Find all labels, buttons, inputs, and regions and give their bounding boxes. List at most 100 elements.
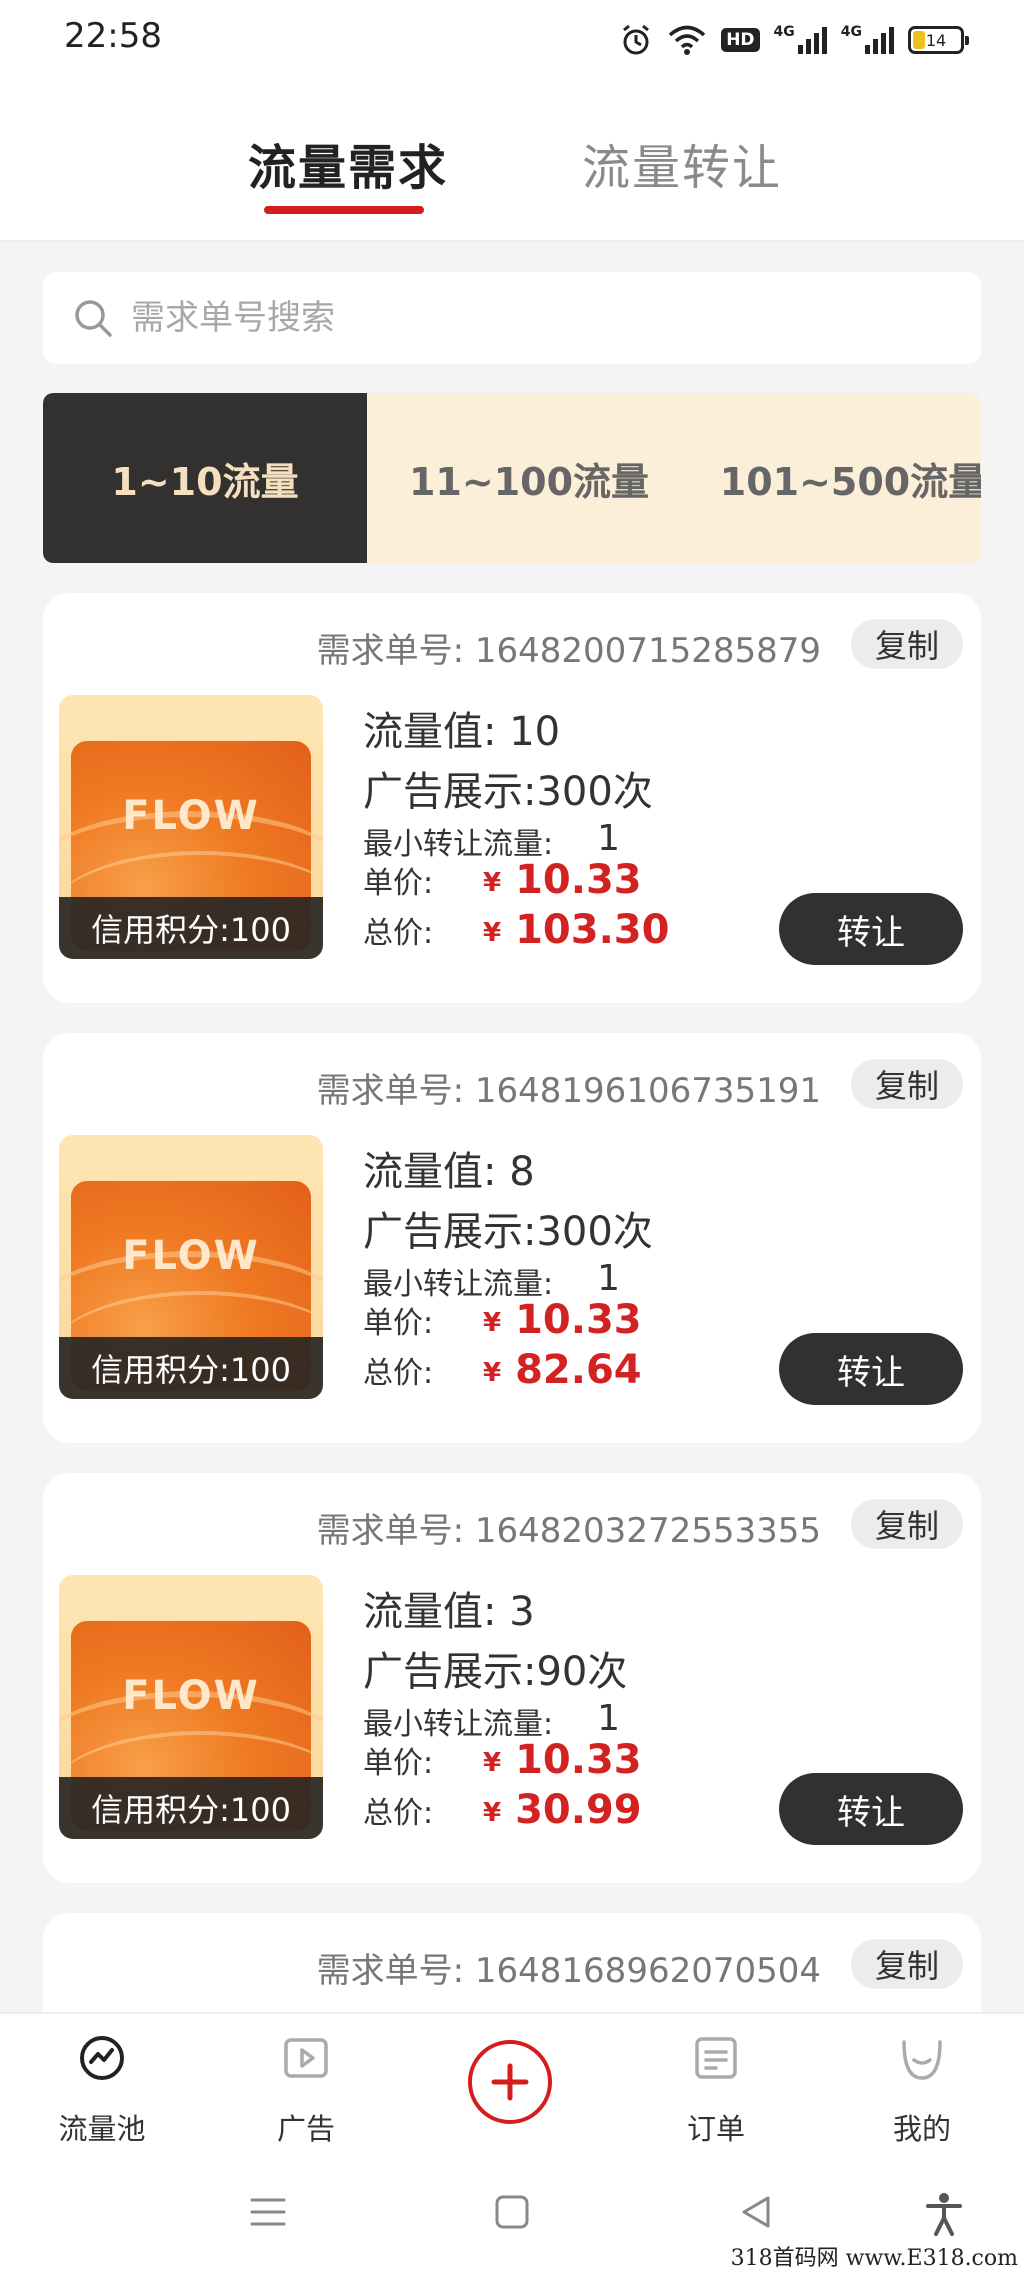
- unit-price-line: 单价: ¥10.33: [363, 1297, 642, 1343]
- unit-price-label: 单价:: [363, 1306, 434, 1341]
- ad-display-label: 广告展示:: [363, 769, 537, 815]
- search-box[interactable]: [43, 272, 981, 364]
- currency-symbol: ¥: [483, 1308, 502, 1338]
- flow-value-label: 流量值:: [363, 1149, 497, 1195]
- copy-button[interactable]: 复制: [851, 1059, 963, 1109]
- status-time: 22:58: [64, 16, 162, 56]
- currency-symbol: ¥: [483, 1358, 502, 1388]
- credit-score: 信用积分:100: [59, 1777, 323, 1839]
- nav-item-profile[interactable]: 我的: [842, 2014, 1002, 2164]
- demand-card: 需求单号: 1648196106735191 复制 FLOW 信用积分:100 …: [43, 1033, 981, 1443]
- min-transfer-value: 1: [597, 1258, 621, 1299]
- demand-card: 需求单号: 1648203272553355 复制 FLOW 信用积分:100 …: [43, 1473, 981, 1883]
- alarm-icon: [619, 23, 653, 57]
- order-number: 需求单号: 1648168962070504: [317, 1943, 821, 1992]
- flow-value: 10: [509, 709, 561, 755]
- system-nav-bar: 318首码网 www.E318.com: [0, 2162, 1024, 2276]
- tab-flow-demand[interactable]: 流量需求: [248, 128, 448, 198]
- ad-display-value: 300次: [536, 1209, 653, 1255]
- min-transfer-value: 1: [597, 1698, 621, 1739]
- credit-score: 信用积分:100: [59, 1337, 323, 1399]
- filter-tab-11-100[interactable]: 11~100流量: [367, 393, 691, 563]
- back-icon[interactable]: [736, 2192, 776, 2236]
- signal-icon-1: 4G: [773, 24, 827, 55]
- order-list-icon: [692, 2034, 740, 2082]
- unit-price-label: 单价:: [363, 866, 434, 901]
- transfer-button[interactable]: 转让: [779, 1773, 963, 1845]
- home-icon[interactable]: [492, 2192, 532, 2236]
- demand-card: 需求单号: 1648168962070504 复制: [43, 1913, 981, 2012]
- flow-image: FLOW 信用积分:100: [59, 695, 323, 959]
- flow-value-label: 流量值:: [363, 1589, 497, 1635]
- order-number: 需求单号: 1648196106735191: [317, 1063, 821, 1112]
- currency-symbol: ¥: [483, 1748, 502, 1778]
- signal-icon-2: 4G: [840, 24, 894, 55]
- ad-display-value: 90次: [536, 1649, 628, 1695]
- hd-badge: HD: [721, 28, 760, 52]
- nav-label: 流量池: [58, 2112, 146, 2146]
- order-number-label: 需求单号:: [316, 1511, 465, 1551]
- order-number-label: 需求单号:: [316, 1951, 465, 1991]
- order-number-value: 1648203272553355: [474, 1511, 821, 1551]
- order-number-value: 1648196106735191: [474, 1071, 821, 1111]
- total-price-line: 总价: ¥103.30: [363, 907, 669, 953]
- nav-label: 我的: [892, 2112, 951, 2146]
- network-type-2: 4G: [840, 24, 862, 40]
- total-price-label: 总价:: [363, 1356, 434, 1391]
- unit-price-line: 单价: ¥10.33: [363, 857, 642, 903]
- nav-item-ads[interactable]: 广告: [226, 2014, 386, 2164]
- order-number: 需求单号: 1648200715285879: [317, 623, 821, 672]
- active-tab-indicator: [264, 206, 424, 214]
- total-price-line: 总价: ¥30.99: [363, 1787, 642, 1833]
- unit-price-value: 10.33: [515, 1297, 642, 1343]
- ad-display-value: 300次: [536, 769, 653, 815]
- tab-flow-transfer[interactable]: 流量转让: [582, 128, 782, 198]
- total-price-value: 103.30: [515, 907, 670, 953]
- watermark: 318首码网 www.E318.com: [730, 2246, 1018, 2271]
- unit-price-label: 单价:: [363, 1746, 434, 1781]
- unit-price-value: 10.33: [515, 1737, 642, 1783]
- nav-item-flow-pool[interactable]: 流量池: [22, 2014, 182, 2164]
- bottom-nav: 流量池 广告 订单 我的: [0, 2012, 1024, 2162]
- menu-icon[interactable]: [248, 2192, 288, 2236]
- transfer-button[interactable]: 转让: [779, 1333, 963, 1405]
- flow-image-text: FLOW: [122, 1673, 260, 1719]
- network-type-1: 4G: [773, 24, 795, 40]
- battery-icon: 14: [908, 26, 969, 54]
- nav-label: 广告: [276, 2112, 335, 2146]
- unit-price-line: 单价: ¥10.33: [363, 1737, 642, 1783]
- copy-button[interactable]: 复制: [851, 619, 963, 669]
- transfer-button[interactable]: 转让: [779, 893, 963, 965]
- flow-value-line: 流量值: 10: [363, 699, 560, 757]
- flow-value-line: 流量值: 3: [363, 1579, 535, 1637]
- ad-display-line: 广告展示:90次: [363, 1639, 627, 1697]
- currency-symbol: ¥: [483, 1798, 502, 1828]
- demand-card: 需求单号: 1648200715285879 复制 FLOW 信用积分:100 …: [43, 593, 981, 1003]
- copy-button[interactable]: 复制: [851, 1499, 963, 1549]
- currency-symbol: ¥: [483, 868, 502, 898]
- ad-display-label: 广告展示:: [363, 1209, 537, 1255]
- search-input[interactable]: [131, 288, 951, 348]
- nav-label: 订单: [686, 2112, 745, 2146]
- credit-score: 信用积分:100: [59, 897, 323, 959]
- status-bar: 22:58 HD 4G 4G 14: [0, 0, 1024, 76]
- top-tabs: 流量需求 流量转让: [0, 76, 1024, 242]
- order-number-label: 需求单号:: [316, 1071, 465, 1111]
- flow-value-label: 流量值:: [363, 709, 497, 755]
- profile-smile-icon: [898, 2034, 946, 2082]
- battery-fill: [913, 31, 925, 49]
- ad-display-line: 广告展示:300次: [363, 1199, 653, 1257]
- accessibility-icon[interactable]: [924, 2192, 964, 2240]
- nav-item-orders[interactable]: 订单: [636, 2014, 796, 2164]
- currency-symbol: ¥: [483, 918, 502, 948]
- battery-level: 14: [925, 30, 947, 50]
- filter-tab-1-10[interactable]: 1~10流量: [43, 393, 367, 563]
- copy-button[interactable]: 复制: [851, 1939, 963, 1989]
- ad-display-label: 广告展示:: [363, 1649, 537, 1695]
- filter-tab-101-500[interactable]: 101~500流量: [691, 393, 981, 563]
- add-circle-icon[interactable]: [466, 2038, 554, 2126]
- ad-display-line: 广告展示:300次: [363, 759, 653, 817]
- total-price-value: 82.64: [515, 1347, 642, 1393]
- flow-value: 3: [509, 1589, 535, 1635]
- order-number-label: 需求单号:: [316, 631, 465, 671]
